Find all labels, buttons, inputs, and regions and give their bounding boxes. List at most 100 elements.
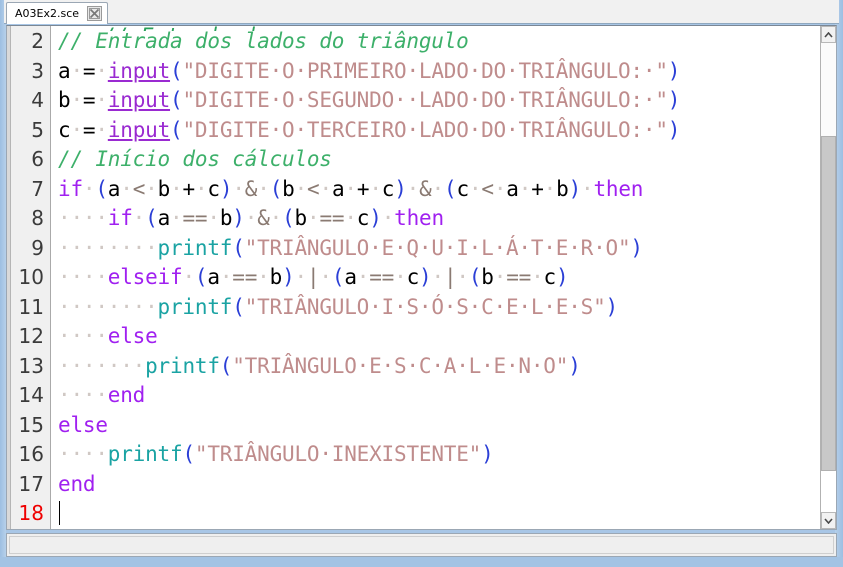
code-token-fn: input <box>107 88 171 112</box>
line-number: 7 <box>31 176 44 201</box>
code-token-ws: ···· <box>58 265 108 289</box>
code-token-op: & <box>257 206 270 230</box>
code-token-plain: c <box>58 117 71 142</box>
code-token-paren: ) <box>568 353 581 378</box>
tab-label: A03Ex2.sce <box>15 7 80 20</box>
code-token-ws: · <box>194 176 208 201</box>
code-token-ws: · <box>170 176 183 201</box>
line-number: 13 <box>18 353 44 378</box>
code-token-ws: · <box>431 176 445 201</box>
line-number: 18 <box>18 501 44 525</box>
code-token-builtin: printf <box>107 442 183 466</box>
code-line[interactable] <box>52 499 819 529</box>
code-token-op: == <box>232 265 258 289</box>
code-token-string: "DIGITE·O·TERCEIRO·LADO·DO·TRIÂNGULO:·" <box>182 117 668 142</box>
code-token-ws: · <box>344 176 357 201</box>
code-line[interactable]: ····elseif·(a·==·b)·|·(a·==·c)·|·(b·==·c… <box>52 263 819 293</box>
code-token-ws: · <box>244 206 258 230</box>
code-line[interactable]: ····printf("TRIÂNGULO·INEXISTENTE") <box>52 440 819 470</box>
line-number-gutter: 2 3 4 5 6 7 8 9 10 11 12 13 14 15 16 17 18 <box>11 26 51 529</box>
code-line[interactable]: // Início dos cálculos <box>52 145 819 175</box>
code-token-plain: c <box>543 265 557 289</box>
line-number: 2 <box>31 29 44 53</box>
chevron-up-icon[interactable] <box>821 26 836 43</box>
code-token-paren: ( <box>219 353 233 378</box>
status-bar-text <box>9 536 834 554</box>
code-token-op: & <box>244 176 258 201</box>
code-token-paren: ( <box>182 442 195 466</box>
code-token-ws: · <box>132 206 146 230</box>
line-number: 6 <box>31 147 44 171</box>
line-number: 17 <box>18 471 44 496</box>
code-token-builtin: printf <box>157 294 233 319</box>
vertical-scrollbar[interactable] <box>820 26 836 529</box>
code-line[interactable]: else <box>52 411 819 441</box>
code-token-ws: · <box>170 206 183 230</box>
code-token-ws: · <box>207 206 220 230</box>
code-token-plain: b <box>58 88 71 112</box>
code-token-plain: + <box>182 176 196 201</box>
code-line[interactable]: a·=·input("DIGITE·O·PRIMEIRO·LADO·DO·TRI… <box>52 57 819 87</box>
line-number: 10 <box>18 265 44 289</box>
code-token-plain: a <box>107 176 121 201</box>
code-token-string: "TRIÂNGULO·INEXISTENTE" <box>194 442 482 466</box>
code-token-ws: · <box>70 117 83 142</box>
code-line[interactable]: c·=·input("DIGITE·O·TERCEIRO·LADO·DO·TRI… <box>52 116 819 146</box>
code-line[interactable]: if·(a·<·b·+·c)·&·(b·<·a·+·c)·&·(c·<·a·+·… <box>52 175 819 205</box>
code-token-string: "DIGITE·O·PRIMEIRO·LADO·DO·TRIÂNGULO:·" <box>182 58 668 83</box>
code-line[interactable]: ·······printf("TRIÂNGULO·E·S·C·A·L·E·N·O… <box>52 352 819 382</box>
code-line[interactable]: ····end <box>52 381 819 411</box>
code-token-paren: ( <box>269 176 283 201</box>
close-icon[interactable] <box>87 6 103 21</box>
code-text-area[interactable]: // Entrada dos // Entrada dos lados do t… <box>52 26 819 529</box>
code-line[interactable]: b·=·input("DIGITE·O·SEGUNDO··LADO·DO·TRI… <box>52 86 819 116</box>
code-line[interactable]: // Entrada dos lados do triângulo <box>52 27 819 57</box>
code-token-paren: ) <box>394 176 407 201</box>
code-token-ws: · <box>95 117 108 142</box>
code-line[interactable]: ········printf("TRIÂNGULO·I·S·Ó·S·C·E·L·… <box>52 293 819 323</box>
code-token-paren: ) <box>667 58 681 83</box>
code-token-ws: · <box>82 176 96 201</box>
code-line[interactable]: ····if·(a·==·b)·&·(b·==·c)·then <box>52 204 819 234</box>
code-token-op: < <box>481 176 494 201</box>
code-token-ws: · <box>294 176 308 201</box>
line-number: 15 <box>18 412 44 437</box>
code-token-plain: = <box>82 88 96 112</box>
code-token-paren: ) <box>605 294 619 319</box>
code-token-paren: ( <box>170 58 183 83</box>
scrollbar-track-top[interactable] <box>821 43 836 136</box>
tab-a03ex2-sce[interactable]: A03Ex2.sce <box>6 2 109 24</box>
code-token-keyword: if <box>58 176 83 201</box>
scrollbar-thumb[interactable] <box>821 136 836 471</box>
code-token-plain: c <box>207 176 220 201</box>
scrollbar-track-bottom[interactable] <box>821 471 836 512</box>
code-token-paren: ( <box>232 235 245 260</box>
code-token-plain: a <box>506 176 519 201</box>
line-number: 9 <box>31 235 44 260</box>
code-token-ws: · <box>493 265 507 289</box>
status-bar <box>6 533 837 557</box>
code-token-plain: b <box>481 265 494 289</box>
partial-top-line: // Entrada dos <box>103 26 280 31</box>
code-token-ws: · <box>518 176 532 201</box>
code-token-op: < <box>307 176 320 201</box>
code-line[interactable]: ····else <box>52 322 819 352</box>
chevron-down-icon[interactable] <box>821 512 836 529</box>
code-line[interactable]: ········printf("TRIÂNGULO·E·Q·U·I·L·Á·T·… <box>52 234 819 264</box>
editor-panel: 2 3 4 5 6 7 8 9 10 11 12 13 14 15 16 17 18 // Entrada do… <box>6 25 837 530</box>
code-token-ws: ········ <box>58 294 158 319</box>
code-token-plain: c <box>356 206 370 230</box>
code-token-plain: b <box>157 176 171 201</box>
code-token-ws: · <box>493 176 507 201</box>
code-token-ws: · <box>294 265 308 289</box>
code-token-ws: · <box>406 176 420 201</box>
code-token-paren: ) <box>630 235 643 260</box>
code-token-ws: · <box>581 176 594 201</box>
line-number: 4 <box>31 88 44 112</box>
code-token-paren: ) <box>232 206 245 230</box>
code-token-paren: ) <box>568 176 582 201</box>
code-line[interactable]: end <box>52 470 819 500</box>
code-token-paren: ( <box>468 265 482 289</box>
code-token-ws: · <box>431 265 444 289</box>
code-token-op: < <box>132 176 146 201</box>
